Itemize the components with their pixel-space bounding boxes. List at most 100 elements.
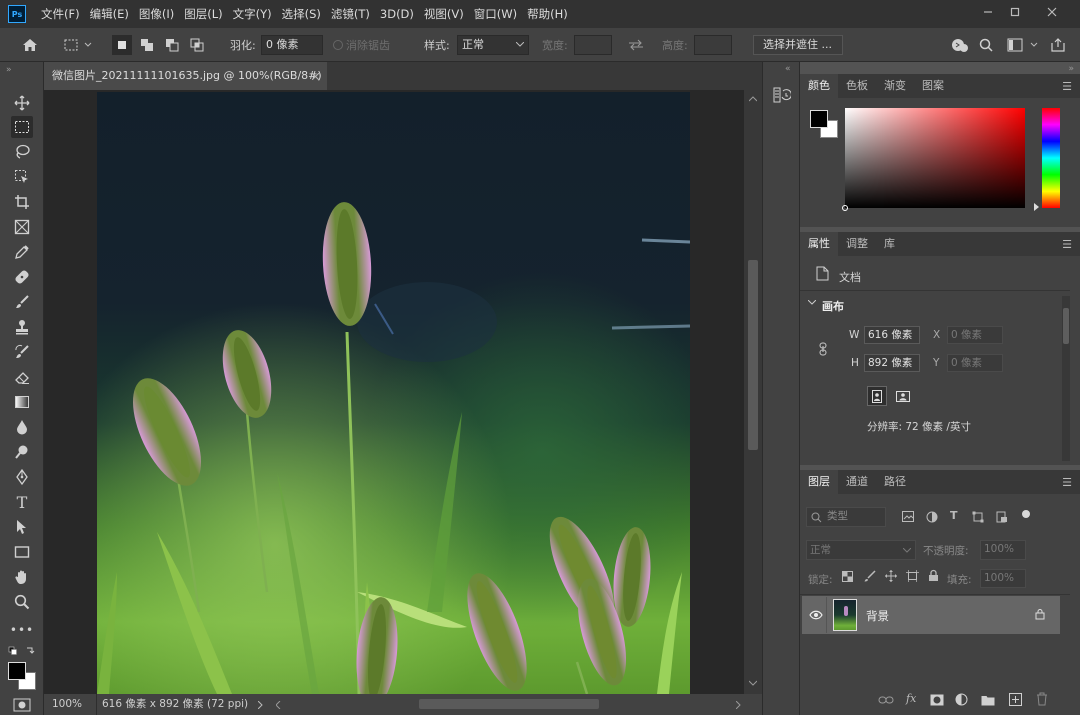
crop-tool[interactable] bbox=[11, 191, 33, 213]
link-dimensions-icon[interactable] bbox=[818, 342, 828, 356]
scroll-right-icon[interactable] bbox=[736, 701, 741, 709]
subtract-selection-button[interactable] bbox=[162, 35, 182, 55]
layer-row[interactable]: 背景 bbox=[802, 596, 1060, 634]
scroll-left-icon[interactable] bbox=[276, 701, 281, 709]
menu-3d[interactable]: 3D(D) bbox=[375, 0, 419, 28]
color-field[interactable] bbox=[842, 108, 1025, 211]
trash-icon[interactable] bbox=[1036, 692, 1048, 706]
workspace-switcher[interactable] bbox=[1004, 35, 1042, 55]
search-button[interactable] bbox=[976, 35, 996, 55]
close-window-button[interactable] bbox=[1034, 0, 1070, 24]
document-image[interactable] bbox=[97, 92, 690, 694]
layer-filter-select[interactable]: 类型 bbox=[806, 507, 886, 527]
zoom-tool[interactable] bbox=[11, 591, 33, 613]
dodge-tool[interactable] bbox=[11, 441, 33, 463]
collapse-panels-icon[interactable]: » bbox=[1068, 64, 1074, 74]
home-button[interactable] bbox=[20, 35, 40, 55]
canvas-width-input[interactable]: 616 像素 bbox=[864, 326, 920, 344]
filter-adjustment-icon[interactable] bbox=[926, 511, 938, 523]
close-icon[interactable] bbox=[312, 73, 319, 80]
edit-toolbar-button[interactable]: ••• bbox=[10, 619, 33, 641]
gradient-tool[interactable] bbox=[11, 391, 33, 413]
clone-stamp-tool[interactable] bbox=[11, 316, 33, 338]
lock-transparent-icon[interactable] bbox=[842, 571, 853, 582]
blur-tool[interactable] bbox=[11, 416, 33, 438]
pen-tool[interactable] bbox=[11, 466, 33, 488]
add-mask-icon[interactable] bbox=[930, 694, 944, 706]
filter-shape-icon[interactable] bbox=[972, 511, 984, 523]
menu-type[interactable]: 文字(Y) bbox=[228, 0, 277, 28]
add-selection-button[interactable] bbox=[137, 35, 157, 55]
tab-swatches[interactable]: 色板 bbox=[838, 74, 876, 98]
lock-position-icon[interactable] bbox=[885, 570, 897, 582]
document-tab[interactable]: 微信图片_20211111101635.jpg @ 100%(RGB/8#) bbox=[44, 62, 327, 90]
feather-input[interactable]: 0 像素 bbox=[261, 35, 323, 55]
menu-layer[interactable]: 图层(L) bbox=[179, 0, 227, 28]
panel-menu-icon[interactable]: ☰ bbox=[1062, 476, 1072, 489]
hand-tool[interactable] bbox=[11, 566, 33, 588]
new-selection-button[interactable] bbox=[112, 35, 132, 55]
tab-gradients[interactable]: 渐变 bbox=[876, 74, 914, 98]
horizontal-scroll-thumb[interactable] bbox=[419, 699, 599, 709]
cloud-learn-button[interactable] bbox=[950, 35, 970, 55]
eraser-tool[interactable] bbox=[11, 366, 33, 388]
menu-image[interactable]: 图像(I) bbox=[134, 0, 179, 28]
canvas-x-input[interactable]: 0 像素 bbox=[947, 326, 1003, 344]
menu-view[interactable]: 视图(V) bbox=[419, 0, 469, 28]
menu-filter[interactable]: 滤镜(T) bbox=[326, 0, 375, 28]
properties-scroll-thumb[interactable] bbox=[1063, 308, 1069, 344]
eyedropper-tool[interactable] bbox=[11, 241, 33, 263]
canvas-height-input[interactable]: 892 像素 bbox=[864, 354, 920, 372]
status-menu-chevron-icon[interactable] bbox=[258, 701, 263, 709]
menu-window[interactable]: 窗口(W) bbox=[469, 0, 522, 28]
new-layer-icon[interactable] bbox=[1009, 693, 1022, 706]
menu-select[interactable]: 选择(S) bbox=[277, 0, 326, 28]
history-brush-tool[interactable] bbox=[11, 341, 33, 363]
move-tool[interactable] bbox=[11, 92, 33, 114]
color-panel-foreground-swatch[interactable] bbox=[810, 110, 828, 128]
frame-tool[interactable] bbox=[11, 216, 33, 238]
foreground-color-swatch[interactable] bbox=[8, 662, 26, 680]
maximize-button[interactable] bbox=[997, 0, 1033, 24]
canvas-y-input[interactable]: 0 像素 bbox=[947, 354, 1003, 372]
type-tool[interactable]: T bbox=[11, 491, 33, 513]
width-input[interactable] bbox=[574, 35, 612, 55]
tab-libraries[interactable]: 库 bbox=[876, 232, 903, 256]
antialias-checkbox[interactable]: 消除锯齿 bbox=[333, 37, 390, 53]
menu-help[interactable]: 帮助(H) bbox=[522, 0, 573, 28]
lock-all-icon[interactable] bbox=[928, 569, 939, 582]
history-panel-button[interactable] bbox=[771, 84, 793, 106]
tab-patterns[interactable]: 图案 bbox=[914, 74, 952, 98]
brush-tool[interactable] bbox=[11, 291, 33, 313]
panel-menu-icon[interactable]: ☰ bbox=[1062, 238, 1072, 251]
eye-visibility-icon[interactable] bbox=[809, 610, 823, 620]
tab-layers[interactable]: 图层 bbox=[800, 470, 838, 494]
filter-type-icon[interactable]: T bbox=[950, 509, 958, 522]
properties-scrollbar[interactable] bbox=[1062, 296, 1070, 461]
new-adjustment-layer-icon[interactable] bbox=[955, 693, 968, 706]
menu-file[interactable]: 文件(F) bbox=[36, 0, 85, 28]
vertical-scrollbar[interactable] bbox=[744, 90, 762, 694]
zoom-level[interactable]: 100% bbox=[52, 694, 82, 715]
height-input[interactable] bbox=[694, 35, 732, 55]
layer-name[interactable]: 背景 bbox=[866, 608, 889, 624]
default-colors-swap[interactable] bbox=[8, 646, 38, 660]
lock-pixels-icon[interactable] bbox=[864, 570, 876, 582]
chevron-down-icon[interactable] bbox=[808, 300, 816, 306]
canvas-area[interactable] bbox=[44, 90, 744, 694]
portrait-orientation-button[interactable] bbox=[867, 386, 887, 406]
quick-mask-button[interactable] bbox=[13, 698, 31, 712]
expand-dock-icon[interactable]: « bbox=[785, 64, 791, 74]
tab-paths[interactable]: 路径 bbox=[876, 470, 914, 494]
fx-icon[interactable]: fx bbox=[906, 692, 916, 705]
vertical-scroll-thumb[interactable] bbox=[748, 260, 758, 450]
landscape-orientation-button[interactable] bbox=[893, 386, 913, 406]
hue-slider-marker-icon[interactable] bbox=[1034, 203, 1039, 211]
object-select-tool[interactable] bbox=[11, 166, 33, 188]
hue-slider[interactable] bbox=[1042, 108, 1060, 208]
style-select[interactable]: 正常 bbox=[457, 35, 529, 55]
healing-brush-tool[interactable] bbox=[11, 266, 33, 288]
share-button[interactable] bbox=[1048, 35, 1068, 55]
fill-input[interactable]: 100% bbox=[980, 569, 1026, 588]
opacity-input[interactable]: 100% bbox=[980, 540, 1026, 560]
